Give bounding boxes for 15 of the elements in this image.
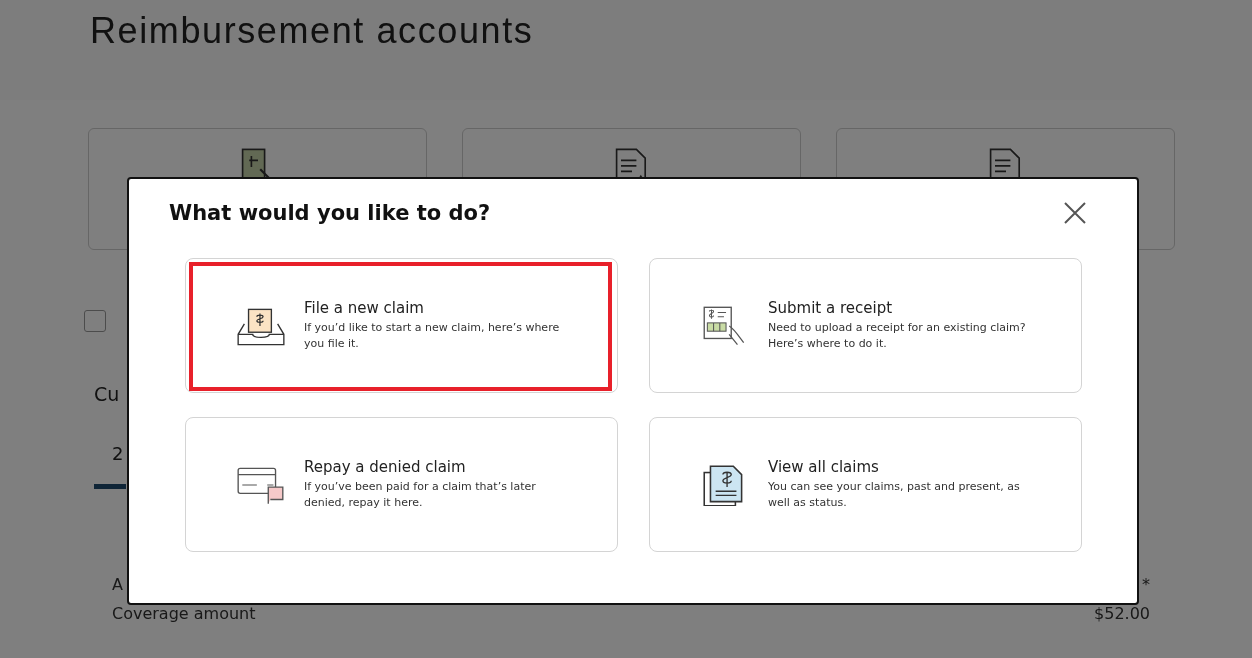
- option-title: Repay a denied claim: [304, 458, 467, 476]
- dialog-title: What would you like to do?: [169, 201, 491, 225]
- row-value: *: [1142, 575, 1150, 594]
- option-title: File a new claim: [304, 299, 425, 317]
- row-label: A: [112, 575, 123, 594]
- section-title: Cu: [94, 383, 121, 405]
- option-description: If you’ve been paid for a claim that’s later denied, repay it here.: [304, 479, 537, 511]
- option-description: Need to upload a receipt for an existing claim? Here’s where to do it.: [768, 320, 1027, 352]
- row-value: $52.00: [1094, 604, 1150, 623]
- row-label: Coverage amount: [112, 604, 256, 623]
- option-description: If you’d like to start a new claim, here’s where you file it.: [304, 320, 561, 352]
- page-title: Reimbursement accounts: [90, 10, 535, 52]
- option-title: View all claims: [768, 458, 880, 476]
- option-description: You can see your claims, past and present, as well as status.: [768, 479, 1021, 511]
- option-title: Submit a receipt: [768, 299, 894, 317]
